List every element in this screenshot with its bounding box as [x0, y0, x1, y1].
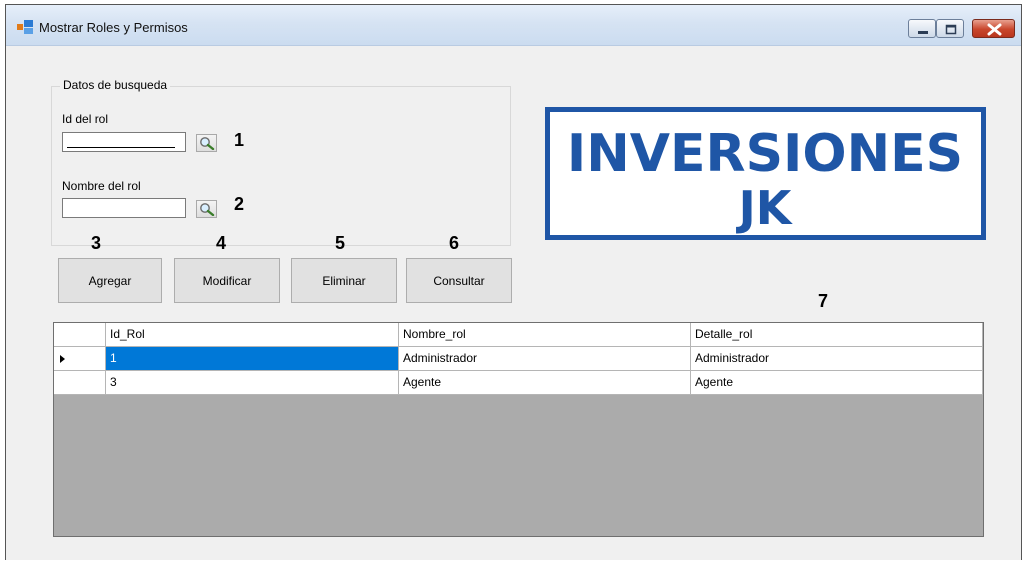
- grid-corner-header[interactable]: [54, 323, 106, 347]
- cell-detalle-rol[interactable]: Administrador: [691, 347, 983, 371]
- grid-header-row: Id_Rol Nombre_rol Detalle_rol: [54, 323, 983, 347]
- form-app-icon: [17, 20, 33, 34]
- cell-id-rol[interactable]: 3: [106, 371, 399, 395]
- close-button[interactable]: [972, 19, 1015, 38]
- cell-detalle-rol[interactable]: Agente: [691, 371, 983, 395]
- search-groupbox: Datos de busqueda: [51, 78, 511, 246]
- search-groupbox-legend: Datos de busqueda: [60, 78, 171, 92]
- logo-line-1: INVERSIONES: [567, 124, 963, 184]
- form-client-area: Datos de busqueda Id del rol 1 Nombre de…: [6, 46, 1021, 560]
- column-header-nombre-rol[interactable]: Nombre_rol: [399, 323, 691, 347]
- role-name-label: Nombre del rol: [62, 179, 141, 193]
- column-header-detalle-rol[interactable]: Detalle_rol: [691, 323, 983, 347]
- cell-id-rol[interactable]: 1: [106, 347, 399, 371]
- cell-nombre-rol[interactable]: Administrador: [399, 347, 691, 371]
- minimize-button[interactable]: [908, 19, 936, 38]
- maximize-button[interactable]: [936, 19, 964, 38]
- marker-4: 4: [216, 233, 227, 253]
- role-name-field[interactable]: [63, 199, 185, 217]
- row-header[interactable]: [54, 371, 106, 395]
- marker-7: 7: [818, 291, 829, 311]
- search-by-name-button[interactable]: [196, 200, 217, 218]
- query-button[interactable]: Consultar: [406, 258, 512, 303]
- magnifier-icon: [200, 137, 215, 150]
- roles-data-grid[interactable]: Id_Rol Nombre_rol Detalle_rol 1 Administ…: [53, 322, 984, 537]
- company-logo: INVERSIONES JK: [545, 107, 986, 240]
- column-header-id-rol[interactable]: Id_Rol: [106, 323, 399, 347]
- delete-button[interactable]: Eliminar: [291, 258, 397, 303]
- marker-2: 2: [234, 194, 245, 214]
- logo-line-2: JK: [736, 181, 794, 235]
- app-window: Mostrar Roles y Permisos Datos de busque…: [5, 4, 1022, 560]
- role-id-label: Id del rol: [62, 112, 109, 126]
- close-icon: [987, 23, 1002, 36]
- add-button[interactable]: Agregar: [58, 258, 162, 303]
- marker-1: 1: [234, 130, 245, 150]
- table-row[interactable]: 3 Agente Agente: [54, 371, 983, 395]
- marker-6: 6: [449, 233, 460, 253]
- magnifier-icon: [200, 203, 215, 216]
- role-id-field[interactable]: [63, 133, 185, 151]
- title-bar[interactable]: Mostrar Roles y Permisos: [6, 5, 1021, 46]
- cell-nombre-rol[interactable]: Agente: [399, 371, 691, 395]
- role-id-input-underline: [67, 147, 175, 148]
- marker-5: 5: [335, 233, 346, 253]
- maximize-icon: [945, 24, 957, 35]
- window-title: Mostrar Roles y Permisos: [39, 20, 188, 35]
- role-id-input[interactable]: [62, 132, 186, 152]
- table-row[interactable]: 1 Administrador Administrador: [54, 347, 983, 371]
- modify-button[interactable]: Modificar: [174, 258, 280, 303]
- minimize-icon: [918, 31, 928, 34]
- search-by-id-button[interactable]: [196, 134, 217, 152]
- role-name-input[interactable]: [62, 198, 186, 218]
- current-row-arrow-icon: [60, 355, 65, 363]
- row-header[interactable]: [54, 347, 106, 371]
- marker-3: 3: [91, 233, 102, 253]
